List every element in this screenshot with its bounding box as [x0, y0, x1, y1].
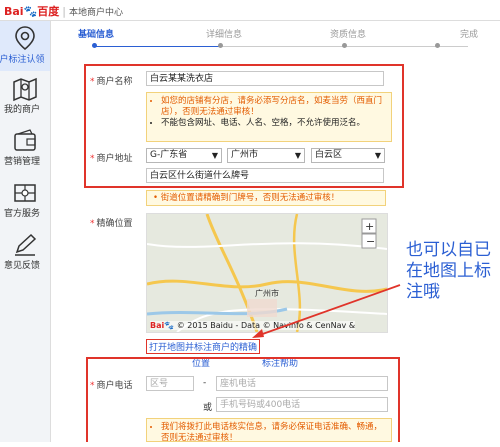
highlight-box-phone [86, 357, 400, 442]
annotation-text: 也可以自已在地图上标注哦 [406, 240, 491, 302]
